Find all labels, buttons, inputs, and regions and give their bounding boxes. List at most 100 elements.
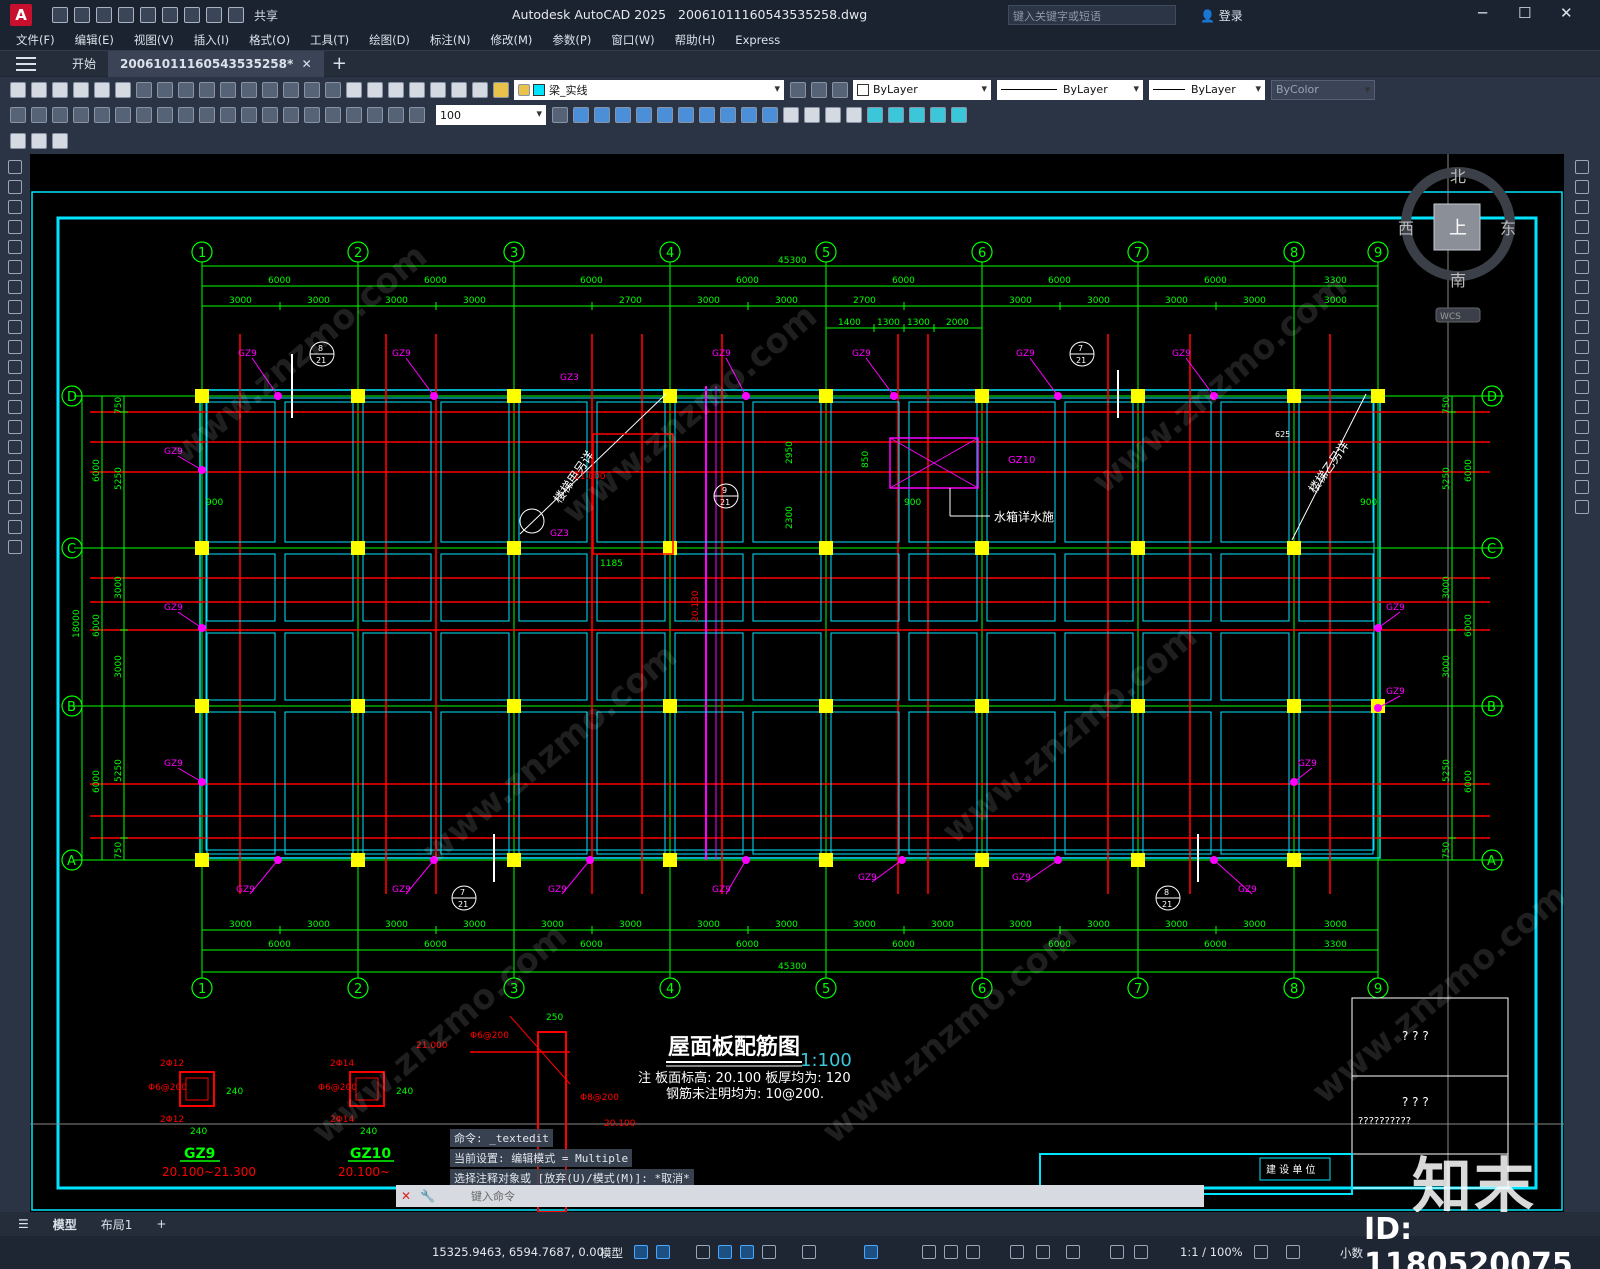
table-tool-icon[interactable]: [8, 500, 22, 514]
command-close-icon[interactable]: ✕: [396, 1189, 416, 1203]
scale-tool-icon[interactable]: [1575, 300, 1589, 314]
view-iso-nw-icon[interactable]: [762, 107, 778, 123]
annotation-monitor-icon[interactable]: [1286, 1245, 1300, 1259]
ucs-3point-icon[interactable]: [951, 107, 967, 123]
tolerance-icon[interactable]: [283, 107, 299, 123]
revcloud-tool-icon[interactable]: [8, 300, 22, 314]
viewcube-east[interactable]: 东: [1500, 219, 1516, 238]
dim-style-icon[interactable]: [552, 107, 568, 123]
stretch-tool-icon[interactable]: [1575, 320, 1589, 334]
baseline-dim-icon[interactable]: [199, 107, 215, 123]
layout-menu-icon[interactable]: ☰: [18, 1217, 29, 1231]
cut-icon[interactable]: [136, 81, 152, 98]
grid-toggle-icon[interactable]: [634, 1245, 648, 1259]
ellipse-arc-tool-icon[interactable]: [8, 360, 22, 374]
undo-icon[interactable]: [206, 7, 222, 23]
insert-block-icon[interactable]: [8, 380, 22, 394]
view-top-icon[interactable]: [657, 107, 673, 123]
view-back-icon[interactable]: [594, 107, 610, 123]
menu-tools[interactable]: 工具(T): [310, 32, 349, 48]
menu-modify[interactable]: 修改(M): [491, 32, 533, 48]
layer-properties-icon[interactable]: [493, 81, 509, 98]
copy-tool-icon[interactable]: [1575, 180, 1589, 194]
tool-palettes-icon[interactable]: [388, 81, 404, 98]
publish-icon[interactable]: [140, 7, 156, 23]
print-icon[interactable]: [184, 7, 200, 23]
dim-update-icon[interactable]: [409, 107, 425, 123]
undo-icon[interactable]: [220, 81, 236, 98]
new-tab-icon[interactable]: +: [332, 53, 347, 74]
sheet-set-icon[interactable]: [409, 81, 425, 98]
transparency-toggle-icon[interactable]: [944, 1245, 958, 1259]
ellipse-tool-icon[interactable]: [8, 340, 22, 354]
hatch-tool-icon[interactable]: [8, 440, 22, 454]
match-properties-icon[interactable]: [199, 81, 215, 98]
annotation-scale[interactable]: 1:1 / 100%: [1180, 1245, 1243, 1259]
view-front-icon[interactable]: [573, 107, 589, 123]
command-settings-icon[interactable]: 🔧: [420, 1189, 435, 1203]
isodraft-icon[interactable]: [802, 1245, 816, 1259]
annotation-visibility-icon[interactable]: [1110, 1245, 1124, 1259]
markup-icon[interactable]: [430, 81, 446, 98]
properties-icon[interactable]: [346, 81, 362, 98]
layer-previous-icon[interactable]: [811, 81, 827, 98]
blend-curves-icon[interactable]: [1575, 480, 1589, 494]
ucs-previous-icon[interactable]: [825, 107, 841, 123]
menu-help[interactable]: 帮助(H): [675, 32, 716, 48]
plot-icon[interactable]: [73, 81, 89, 98]
auto-scale-icon[interactable]: [1134, 1245, 1148, 1259]
zoom-realtime-icon[interactable]: [283, 81, 299, 98]
view-iso-se-icon[interactable]: [720, 107, 736, 123]
view-left-icon[interactable]: [615, 107, 631, 123]
selection-cycling-icon[interactable]: [966, 1245, 980, 1259]
arc-length-icon[interactable]: [52, 107, 68, 123]
polygon-tool-icon[interactable]: [8, 220, 22, 234]
command-input[interactable]: 键入命令: [471, 1188, 515, 1204]
line-tool-icon[interactable]: [8, 160, 22, 174]
dim-space-icon[interactable]: [241, 107, 257, 123]
quick-dim-icon[interactable]: [178, 107, 194, 123]
rectangle-tool-icon[interactable]: [8, 240, 22, 254]
maximize-icon[interactable]: ☐: [1518, 4, 1531, 22]
ortho-toggle-icon[interactable]: [740, 1245, 754, 1259]
add-selected-icon[interactable]: [8, 540, 22, 554]
snap-toggle-icon[interactable]: [656, 1245, 670, 1259]
selection-filter-icon[interactable]: [1066, 1245, 1080, 1259]
gradient-tool-icon[interactable]: [8, 460, 22, 474]
view-right-icon[interactable]: [636, 107, 652, 123]
osnap-toggle-icon[interactable]: [864, 1245, 878, 1259]
ucs-object-icon[interactable]: [867, 107, 883, 123]
offset-tool-icon[interactable]: [1575, 220, 1589, 234]
drawing-canvas[interactable]: GZ9 GZ9 GZ9 GZ9 GZ9 GZ9 GZ9 GZ9 GZ9 GZ9 GZ9 GZ9 GZ9 G…: [30, 154, 1564, 1212]
dynamic-ucs-icon[interactable]: [1036, 1245, 1050, 1259]
layer-dropdown[interactable]: 梁_实线: [514, 79, 784, 100]
menu-express[interactable]: Express: [735, 33, 780, 47]
jogged-dim-icon[interactable]: [115, 107, 131, 123]
open-icon[interactable]: [31, 81, 47, 98]
menu-window[interactable]: 窗口(W): [611, 32, 654, 48]
extend-tool-icon[interactable]: [1575, 360, 1589, 374]
center-mark-icon[interactable]: [304, 107, 320, 123]
angular-dim-icon[interactable]: [157, 107, 173, 123]
polar-toggle-icon[interactable]: [762, 1245, 776, 1259]
view-iso-ne-icon[interactable]: [741, 107, 757, 123]
save-icon[interactable]: [96, 7, 112, 23]
menu-edit[interactable]: 编辑(E): [75, 32, 114, 48]
preview-icon[interactable]: [94, 81, 110, 98]
zoom-previous-icon[interactable]: [325, 81, 341, 98]
viewcube-west[interactable]: 西: [1398, 219, 1414, 238]
linear-dim-icon[interactable]: [10, 107, 26, 123]
aligned-dim-icon[interactable]: [31, 107, 47, 123]
save-icon[interactable]: [52, 81, 68, 98]
save-as-icon[interactable]: [118, 7, 134, 23]
paste-icon[interactable]: [178, 81, 194, 98]
refedit-icon[interactable]: [52, 133, 68, 149]
rotate-tool-icon[interactable]: [1575, 280, 1589, 294]
break-tool-icon[interactable]: [1575, 400, 1589, 414]
spline-tool-icon[interactable]: [8, 320, 22, 334]
ucs-world-icon[interactable]: [804, 107, 820, 123]
calculator-icon[interactable]: [451, 81, 467, 98]
menu-insert[interactable]: 插入(I): [194, 32, 229, 48]
add-layout-icon[interactable]: +: [156, 1217, 166, 1231]
make-block-icon[interactable]: [8, 400, 22, 414]
